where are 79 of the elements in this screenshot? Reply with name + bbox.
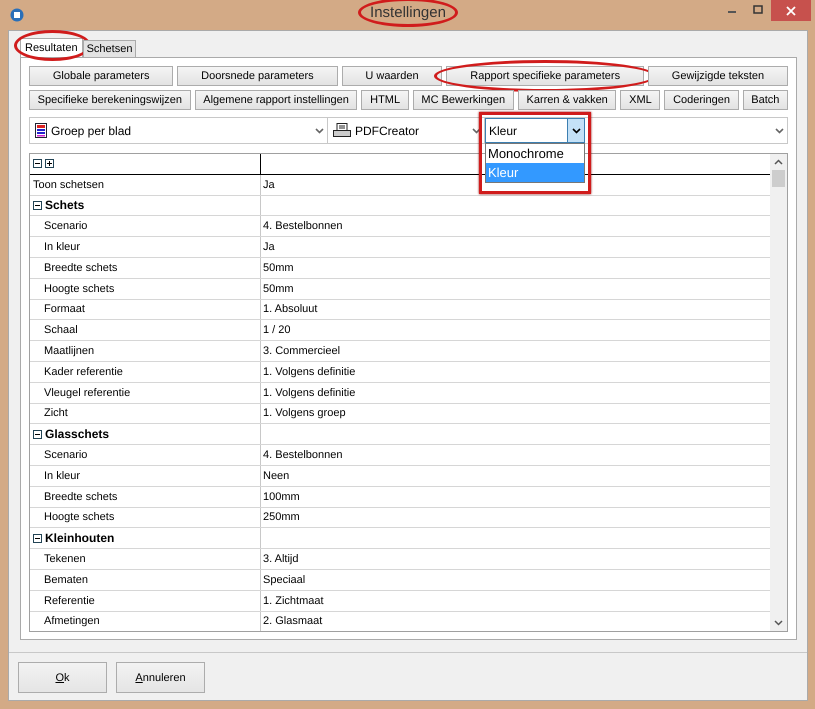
toolbar-button[interactable]: Coderingen bbox=[664, 90, 739, 110]
property-name: Hoogte schets bbox=[43, 511, 114, 524]
property-name: Formaat bbox=[43, 303, 85, 316]
printer-icon bbox=[333, 123, 351, 138]
toolbar-button[interactable]: XML bbox=[620, 90, 660, 110]
category-label: Glasschets bbox=[45, 427, 110, 442]
collapse-icon[interactable] bbox=[33, 430, 42, 439]
property-name: Afmetingen bbox=[43, 615, 100, 628]
property-name: Scenario bbox=[43, 449, 88, 462]
property-value: 3. Commercieel bbox=[263, 345, 340, 358]
property-value: 1. Volgens groep bbox=[263, 407, 346, 420]
scroll-down-icon[interactable] bbox=[774, 620, 783, 626]
property-value: 4. Bestelbonnen bbox=[263, 220, 343, 232]
expand-all-icon[interactable] bbox=[45, 159, 54, 168]
category-label: Schets bbox=[45, 198, 84, 212]
dropdown-value: Groep per blad bbox=[51, 124, 132, 138]
dropdown[interactable]: Kleur bbox=[485, 118, 585, 143]
property-value: Ja bbox=[263, 178, 275, 191]
collapse-all-icon[interactable] bbox=[33, 159, 42, 168]
property-value: 250mm bbox=[263, 511, 300, 524]
property-name: Schaal bbox=[43, 324, 78, 336]
toolbar-button[interactable]: Globale parameters bbox=[29, 66, 174, 86]
window-title: Instellingen bbox=[370, 4, 446, 21]
scrollbar[interactable] bbox=[770, 154, 787, 631]
toolbar-button[interactable]: Doorsnede parameters bbox=[177, 66, 338, 86]
toolbar-button[interactable]: Gewijzigde teksten bbox=[648, 66, 788, 86]
chevron-down-icon[interactable] bbox=[567, 119, 584, 142]
property-value: 1. Absoluut bbox=[263, 303, 318, 316]
scrollbar-thumb[interactable] bbox=[772, 170, 785, 187]
toolbar-button[interactable]: Rapport specifieke parameters bbox=[446, 66, 644, 86]
property-value: 50mm bbox=[263, 282, 294, 295]
dialog-button[interactable]: Ok bbox=[18, 662, 107, 693]
toolbar-button[interactable]: Karren & vakken bbox=[518, 90, 616, 110]
property-name: Vleugel referentie bbox=[43, 386, 130, 399]
dialog-button[interactable]: Annuleren bbox=[116, 662, 205, 693]
property-value: 3. Altijd bbox=[263, 553, 298, 566]
document-icon bbox=[35, 123, 47, 138]
collapse-icon[interactable] bbox=[33, 200, 42, 210]
toolbar-button[interactable]: HTML bbox=[361, 90, 409, 110]
property-value: 1. Volgens definitie bbox=[263, 386, 356, 399]
property-name: Scenario bbox=[43, 220, 88, 232]
toolbar-button[interactable]: Specifieke berekeningswijzen bbox=[29, 90, 191, 110]
dropdown-value: PDFCreator bbox=[355, 124, 420, 138]
toolbar-button[interactable]: Batch bbox=[742, 90, 788, 110]
collapse-icon[interactable] bbox=[33, 534, 42, 543]
dropdown-value: Kleur bbox=[489, 124, 518, 138]
property-value: Speciaal bbox=[263, 574, 306, 586]
close-button[interactable] bbox=[771, 0, 811, 21]
property-value: 1. Volgens definitie bbox=[263, 366, 356, 378]
property-value: Neen bbox=[263, 470, 290, 482]
app-icon bbox=[10, 8, 24, 22]
property-name: In kleur bbox=[43, 470, 80, 482]
toolbar-button[interactable]: MC Bewerkingen bbox=[412, 90, 514, 110]
property-name: Toon schetsen bbox=[33, 178, 104, 191]
scroll-up-icon[interactable] bbox=[774, 159, 783, 165]
property-value: 100mm bbox=[263, 490, 300, 503]
property-name: Maatlijnen bbox=[43, 345, 94, 358]
tab[interactable]: Resultaten bbox=[20, 38, 83, 57]
property-name: Tekenen bbox=[43, 553, 86, 566]
property-name: Hoogte schets bbox=[43, 282, 114, 295]
category-label: Kleinhouten bbox=[45, 531, 114, 546]
property-value: Ja bbox=[263, 241, 275, 254]
property-name: Kader referentie bbox=[43, 366, 123, 378]
property-name: Breedte schets bbox=[43, 262, 118, 274]
property-name: Referentie bbox=[43, 594, 95, 607]
tab[interactable]: Schetsen bbox=[82, 40, 136, 57]
property-value: 1. Zichtmaat bbox=[263, 594, 324, 607]
property-value: 4. Bestelbonnen bbox=[263, 449, 343, 462]
dropdown-option[interactable]: Monochrome bbox=[486, 144, 584, 163]
toolbar-button[interactable]: U waarden bbox=[342, 66, 442, 86]
close-icon bbox=[786, 6, 796, 16]
property-value: 2. Glasmaat bbox=[263, 615, 322, 628]
property-name: Breedte schets bbox=[43, 490, 118, 503]
property-name: In kleur bbox=[43, 241, 80, 254]
property-value: 50mm bbox=[263, 262, 294, 274]
property-name: Zicht bbox=[43, 407, 68, 420]
property-name: Bematen bbox=[43, 574, 88, 586]
toolbar-button[interactable]: Algemene rapport instellingen bbox=[194, 90, 358, 110]
property-value: 1 / 20 bbox=[263, 324, 291, 336]
